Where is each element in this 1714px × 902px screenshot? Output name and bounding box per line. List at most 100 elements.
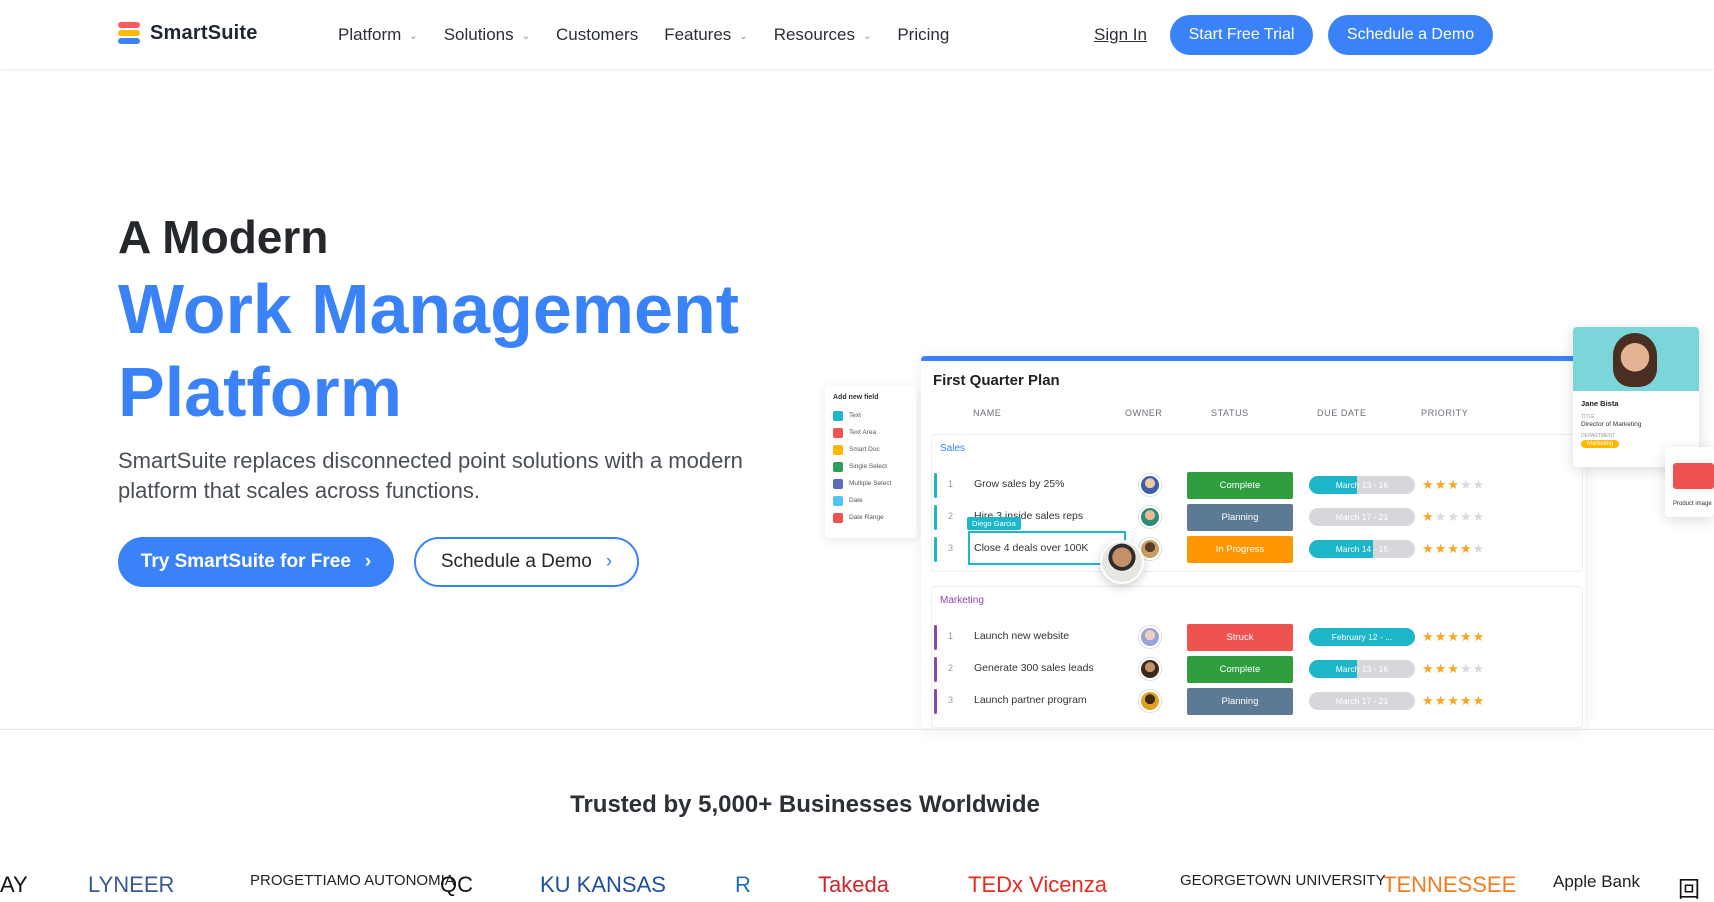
status-badge[interactable]: Complete	[1187, 656, 1293, 683]
due-date-range[interactable]: March 17 - 21	[1309, 692, 1415, 710]
star-icon: ★	[1422, 693, 1435, 708]
star-icon: ★	[1447, 629, 1460, 644]
row-number: 3	[948, 543, 954, 553]
priority-rating[interactable]: ★★★★★	[1422, 661, 1485, 677]
due-date-range[interactable]: March 14 - 15	[1309, 540, 1415, 558]
due-date-label: March 13 - 16	[1335, 480, 1389, 490]
priority-rating[interactable]: ★★★★★	[1422, 693, 1485, 709]
field-type-option[interactable]: Text Area	[833, 424, 909, 441]
row-number: 1	[948, 479, 954, 489]
due-date-label: March 13 - 16	[1335, 664, 1389, 674]
table-row[interactable]: 1 Grow sales by 25% Complete March 13 - 16 ★…	[932, 469, 1582, 502]
customer-logo: AY	[0, 872, 28, 897]
group-marketing: Marketing 1 Launch new website Struck Februa…	[931, 586, 1583, 728]
star-icon: ★	[1459, 477, 1473, 492]
customer-logo: Takeda	[818, 872, 889, 897]
schedule-demo-label: Schedule a Demo	[440, 551, 592, 572]
field-type-icon	[833, 461, 843, 472]
customer-logo: GEORGETOWN UNIVERSITY	[1180, 872, 1386, 889]
customer-logo: 回	[1678, 877, 1701, 902]
field-type-option[interactable]: Date	[833, 492, 909, 509]
add-field-title: Add new field	[833, 394, 879, 401]
chevron-down-icon: ⌄	[409, 30, 418, 42]
row-name: Launch new website	[974, 630, 1070, 642]
status-badge[interactable]: Planning	[1187, 688, 1293, 715]
field-type-option[interactable]: Multiple Select	[833, 475, 909, 492]
field-type-option[interactable]: Smart Doc	[833, 441, 909, 458]
customer-logo: QC	[440, 872, 473, 897]
collaborator-tag: Diego Garcia	[967, 517, 1021, 530]
row-number: 1	[948, 631, 954, 641]
customer-logo: PROGETTIAMO AUTONOMIA	[250, 872, 455, 889]
nav-menu-label: Customers	[556, 25, 639, 44]
row-number: 2	[948, 663, 954, 673]
field-type-icon	[833, 427, 843, 438]
trusted-heading: Trusted by 5,000+ Businesses Worldwide	[570, 791, 1040, 818]
field-type-icon	[833, 478, 843, 489]
sign-in-link[interactable]: Sign In	[1094, 25, 1147, 45]
board-title: First Quarter Plan	[933, 372, 1060, 389]
field-type-icon	[833, 410, 843, 421]
profile-department-badge: Marketing	[1581, 440, 1620, 448]
due-date-range[interactable]: February 12 - ...	[1309, 628, 1415, 646]
due-date-label: March 14 - 15	[1335, 544, 1389, 554]
field-type-option[interactable]: Single Select	[833, 458, 909, 475]
customer-logo: Apple Bank	[1553, 872, 1640, 891]
nav-menu-platform[interactable]: Platform ⌄	[338, 25, 418, 45]
profile-photo	[1573, 327, 1699, 391]
field-type-option[interactable]: Text	[833, 407, 909, 424]
brand-name: SmartSuite	[150, 21, 258, 44]
profile-card: Jane Bista TITLE Director of Marketing D…	[1573, 327, 1699, 467]
star-icon: ★	[1459, 509, 1473, 524]
star-icon: ★	[1459, 661, 1473, 676]
column-header: NAME	[973, 408, 1002, 418]
main-menu: Platform ⌄ Solutions ⌄ Customers Features ⌄ Res…	[338, 25, 975, 45]
priority-rating[interactable]: ★★★★★	[1422, 509, 1485, 525]
due-date-label: March 17 - 21	[1335, 696, 1389, 706]
try-free-button[interactable]: Try SmartSuite for Free ›	[118, 537, 394, 587]
table-row[interactable]: 2 Generate 300 sales leads Complete March 1…	[932, 653, 1582, 686]
star-icon: ★	[1447, 661, 1460, 676]
top-navigation: SmartSuite Platform ⌄ Solutions ⌄ Customers F…	[0, 0, 1714, 70]
nav-menu-customers[interactable]: Customers	[556, 25, 638, 45]
star-icon: ★	[1422, 661, 1435, 676]
priority-rating[interactable]: ★★★★★	[1422, 477, 1485, 493]
hero-title: Work Management Platform	[118, 270, 740, 431]
field-type-label: Date	[849, 497, 863, 504]
brand-logo[interactable]: SmartSuite	[118, 20, 258, 46]
table-row[interactable]: 3 Launch partner program Planning March 17 …	[932, 685, 1582, 718]
nav-menu-pricing[interactable]: Pricing	[897, 25, 949, 45]
field-type-label: Text Area	[849, 429, 877, 436]
customer-logo: TENNESSEE	[1383, 872, 1517, 897]
due-date-range[interactable]: March 13 - 16	[1309, 660, 1415, 678]
due-date-range[interactable]: March 17 - 21	[1309, 508, 1415, 526]
star-icon: ★	[1472, 661, 1486, 676]
status-badge[interactable]: Complete	[1187, 472, 1293, 499]
star-icon: ★	[1472, 541, 1486, 556]
nav-menu-features[interactable]: Features ⌄	[664, 25, 747, 45]
schedule-demo-button[interactable]: Schedule a Demo ›	[414, 537, 639, 587]
profile-name: Jane Bista	[1581, 399, 1619, 408]
star-icon: ★	[1459, 541, 1473, 556]
nav-menu-resources[interactable]: Resources ⌄	[774, 25, 872, 45]
nav-schedule-demo-button[interactable]: Schedule a Demo	[1328, 15, 1493, 55]
table-row[interactable]: 1 Launch new website Struck February 12 - .…	[932, 621, 1582, 654]
status-badge[interactable]: In Progress	[1187, 536, 1293, 563]
priority-rating[interactable]: ★★★★★	[1422, 541, 1485, 557]
nav-menu-label: Resources	[773, 25, 855, 44]
nav-menu-solutions[interactable]: Solutions ⌄	[444, 25, 530, 45]
field-type-label: Multiple Select	[849, 480, 892, 487]
chevron-right-icon: ›	[605, 551, 613, 572]
priority-rating[interactable]: ★★★★★	[1422, 629, 1485, 645]
due-date-range[interactable]: March 13 - 16	[1309, 476, 1415, 494]
customer-logo: TEDx Vicenza	[968, 872, 1107, 897]
product-image-card: Product image	[1665, 447, 1714, 517]
chevron-down-icon: ⌄	[862, 30, 872, 42]
table-row[interactable]: 2 Hire 3 inside sales reps Planning March 1…	[932, 501, 1582, 534]
start-free-trial-button[interactable]: Start Free Trial	[1170, 15, 1313, 55]
column-header: STATUS	[1211, 408, 1249, 418]
star-icon: ★	[1434, 509, 1448, 524]
field-type-option[interactable]: Date Range	[833, 509, 909, 526]
status-badge[interactable]: Struck	[1187, 624, 1293, 651]
status-badge[interactable]: Planning	[1187, 504, 1293, 531]
